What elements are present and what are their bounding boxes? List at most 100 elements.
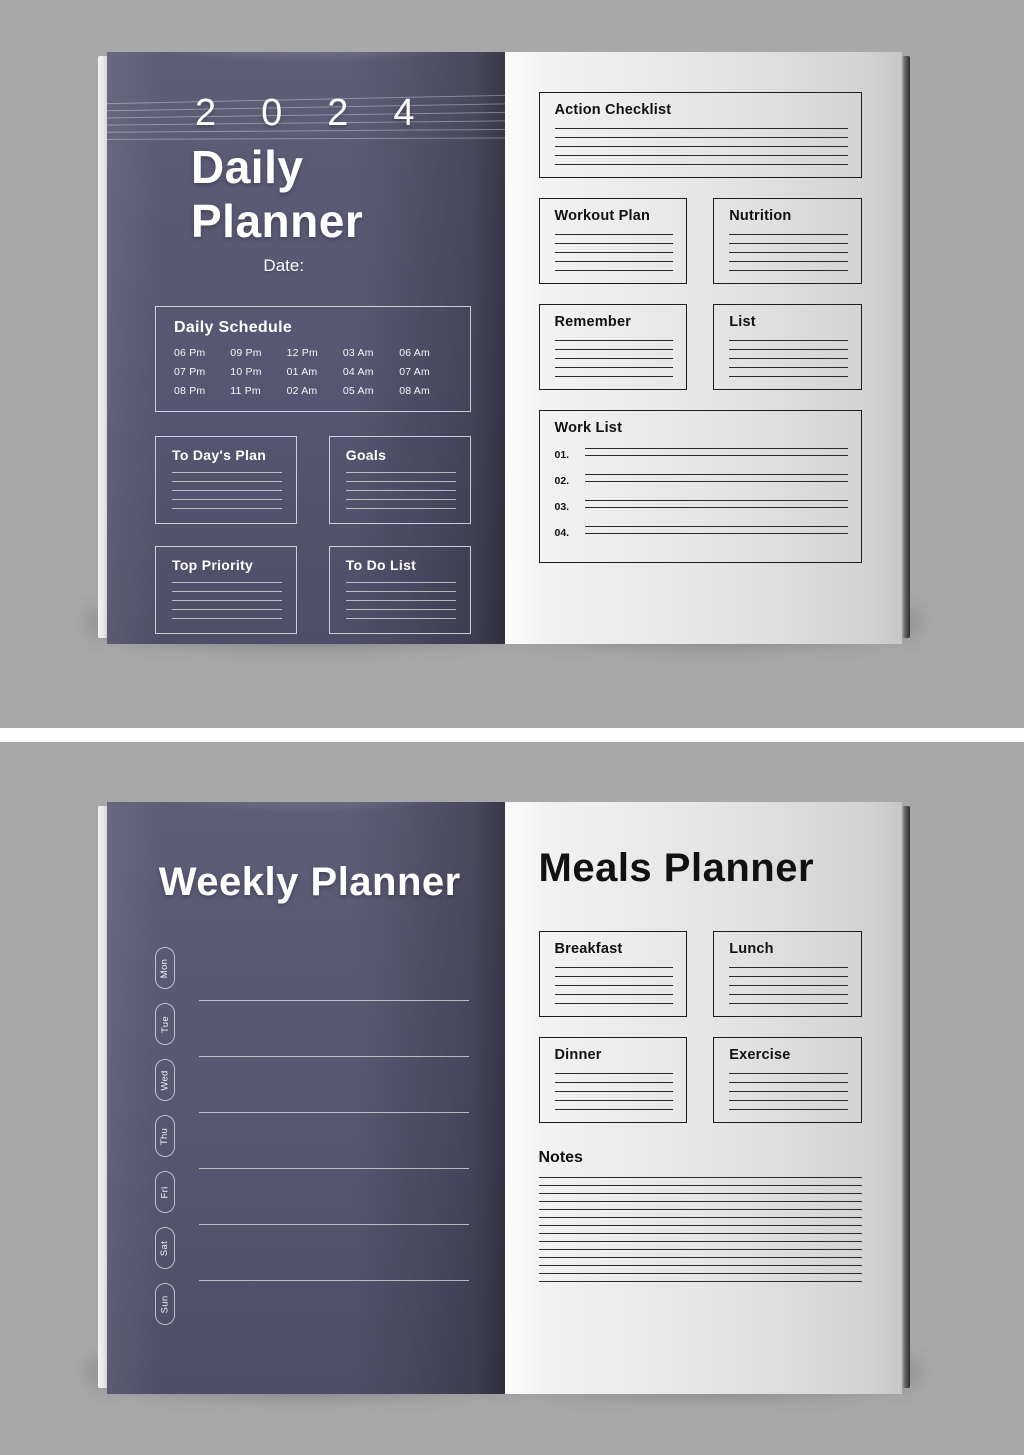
rule-lines[interactable] (729, 340, 848, 377)
rule-line (554, 367, 674, 368)
rule-line (554, 270, 674, 271)
rule-line (729, 234, 848, 235)
work-list-number: 01. (554, 449, 570, 461)
weekday-row-thu[interactable]: Thu (155, 1113, 475, 1169)
rule-lines[interactable] (729, 967, 848, 1004)
rule-lines[interactable] (554, 234, 674, 271)
work-list-row[interactable]: 02. (554, 472, 848, 487)
rule-lines[interactable] (345, 472, 456, 509)
rule-lines[interactable] (729, 234, 848, 271)
rule-lines[interactable] (554, 340, 674, 377)
rule-line (584, 448, 848, 449)
day-label: Mon (159, 958, 171, 978)
rule-line (345, 499, 456, 500)
schedule-time[interactable]: 10 Pm (230, 366, 286, 378)
daily-schedule-title: Daily Schedule (174, 319, 293, 336)
rule-line (729, 243, 848, 244)
rule-line (554, 1091, 674, 1092)
lunch-box: Lunch (713, 931, 862, 1017)
weekday-row-fri[interactable]: Fri (155, 1169, 475, 1225)
day-label: Sun (159, 1295, 171, 1313)
rule-line (345, 591, 456, 592)
work-list-number: 02. (554, 475, 570, 487)
year-digit: 2 (327, 92, 350, 134)
weekday-row-tue[interactable]: Tue (155, 1001, 475, 1057)
rule-lines[interactable] (729, 1073, 848, 1110)
schedule-time[interactable]: 11 Pm (230, 385, 286, 397)
action-checklist-lines[interactable] (554, 128, 848, 165)
rule-line (729, 1073, 848, 1074)
daily-schedule-grid: 06 Pm 09 Pm 12 Pm 03 Am 06 Am 07 Pm 10 Pm 01 Am… (174, 347, 456, 397)
work-list-row[interactable]: 01. (554, 446, 848, 461)
rule-line (584, 526, 848, 527)
box-title: Top Priority (172, 557, 254, 573)
breakfast-box: Breakfast (538, 931, 688, 1017)
rule-line (729, 261, 848, 262)
work-list-row[interactable]: 03. (555, 498, 848, 513)
rule-line (554, 243, 674, 244)
rule-line (345, 618, 456, 619)
work-list-lines (584, 446, 848, 456)
rule-line (554, 137, 848, 138)
rule-line (554, 1073, 674, 1074)
weekday-row-sun[interactable]: Sun (155, 1281, 475, 1337)
weekly-planner-title: Weekly Planner (158, 860, 461, 904)
schedule-time[interactable]: 03 Am (343, 347, 399, 359)
rule-line (729, 367, 848, 368)
day-badge-wed: Wed (155, 1059, 175, 1101)
work-list-row[interactable]: 04. (555, 524, 848, 539)
daily-schedule-box: Daily Schedule 06 Pm 09 Pm 12 Pm 03 Am 06 Am… (155, 306, 471, 412)
daily-planner-left-page: 2 0 2 4 Daily Planner Date: Daily Schedu… (107, 52, 505, 644)
rule-line (729, 1003, 848, 1004)
schedule-time[interactable]: 04 Am (343, 366, 399, 378)
box-title: Goals (345, 447, 387, 463)
schedule-time[interactable]: 12 Pm (287, 347, 343, 359)
notes-lines[interactable] (538, 1177, 862, 1282)
schedule-time[interactable]: 09 Pm (230, 347, 286, 359)
rule-lines[interactable] (345, 582, 456, 619)
rule-line (172, 609, 282, 610)
goals-box: Goals (328, 436, 471, 524)
rule-line (729, 358, 848, 359)
schedule-time[interactable]: 08 Pm (174, 385, 230, 397)
schedule-time[interactable]: 08 Am (399, 385, 455, 397)
rule-line (554, 155, 848, 156)
top-priority-box: Top Priority (155, 546, 297, 634)
day-badge-sat: Sat (155, 1227, 175, 1269)
day-badge-thu: Thu (155, 1115, 175, 1157)
schedule-time[interactable]: 05 Am (343, 385, 399, 397)
rule-line (584, 507, 848, 508)
rule-line (554, 349, 674, 350)
schedule-time[interactable]: 07 Am (399, 366, 455, 378)
year-heading: 2 0 2 4 (155, 94, 471, 132)
day-badge-sun: Sun (155, 1283, 175, 1325)
list-box: List (713, 304, 862, 390)
work-list-lines (584, 524, 848, 534)
rule-line (729, 349, 848, 350)
box-title: Workout Plan (554, 208, 651, 224)
rule-line (345, 472, 456, 473)
rule-line (554, 376, 674, 377)
schedule-time[interactable]: 06 Pm (174, 347, 230, 359)
rule-line (538, 1177, 862, 1178)
schedule-time[interactable]: 01 Am (287, 366, 343, 378)
weekday-row-sat[interactable]: Sat (155, 1225, 475, 1281)
rule-line (172, 472, 282, 473)
weekday-row-mon[interactable]: Mon (155, 945, 475, 1001)
open-book-weekly: Weekly Planner Mon Tue Wed Thu Fri Sat Sun Mea… (84, 802, 924, 1424)
day-badge-tue: Tue (155, 1003, 175, 1045)
rule-lines[interactable] (172, 582, 282, 619)
remember-list-pair: Remember List (538, 304, 862, 390)
schedule-time[interactable]: 07 Pm (174, 366, 230, 378)
rule-lines[interactable] (554, 967, 674, 1004)
schedule-time[interactable]: 06 Am (399, 347, 455, 359)
rule-lines[interactable] (172, 472, 282, 509)
rule-line (538, 1193, 862, 1194)
to-do-list-box: To Do List (328, 546, 471, 634)
rule-line (538, 1241, 862, 1242)
rule-line (554, 146, 848, 147)
rule-lines[interactable] (554, 1073, 674, 1110)
box-title: Nutrition (729, 208, 792, 224)
schedule-time[interactable]: 02 Am (287, 385, 343, 397)
weekday-row-wed[interactable]: Wed (155, 1057, 475, 1113)
